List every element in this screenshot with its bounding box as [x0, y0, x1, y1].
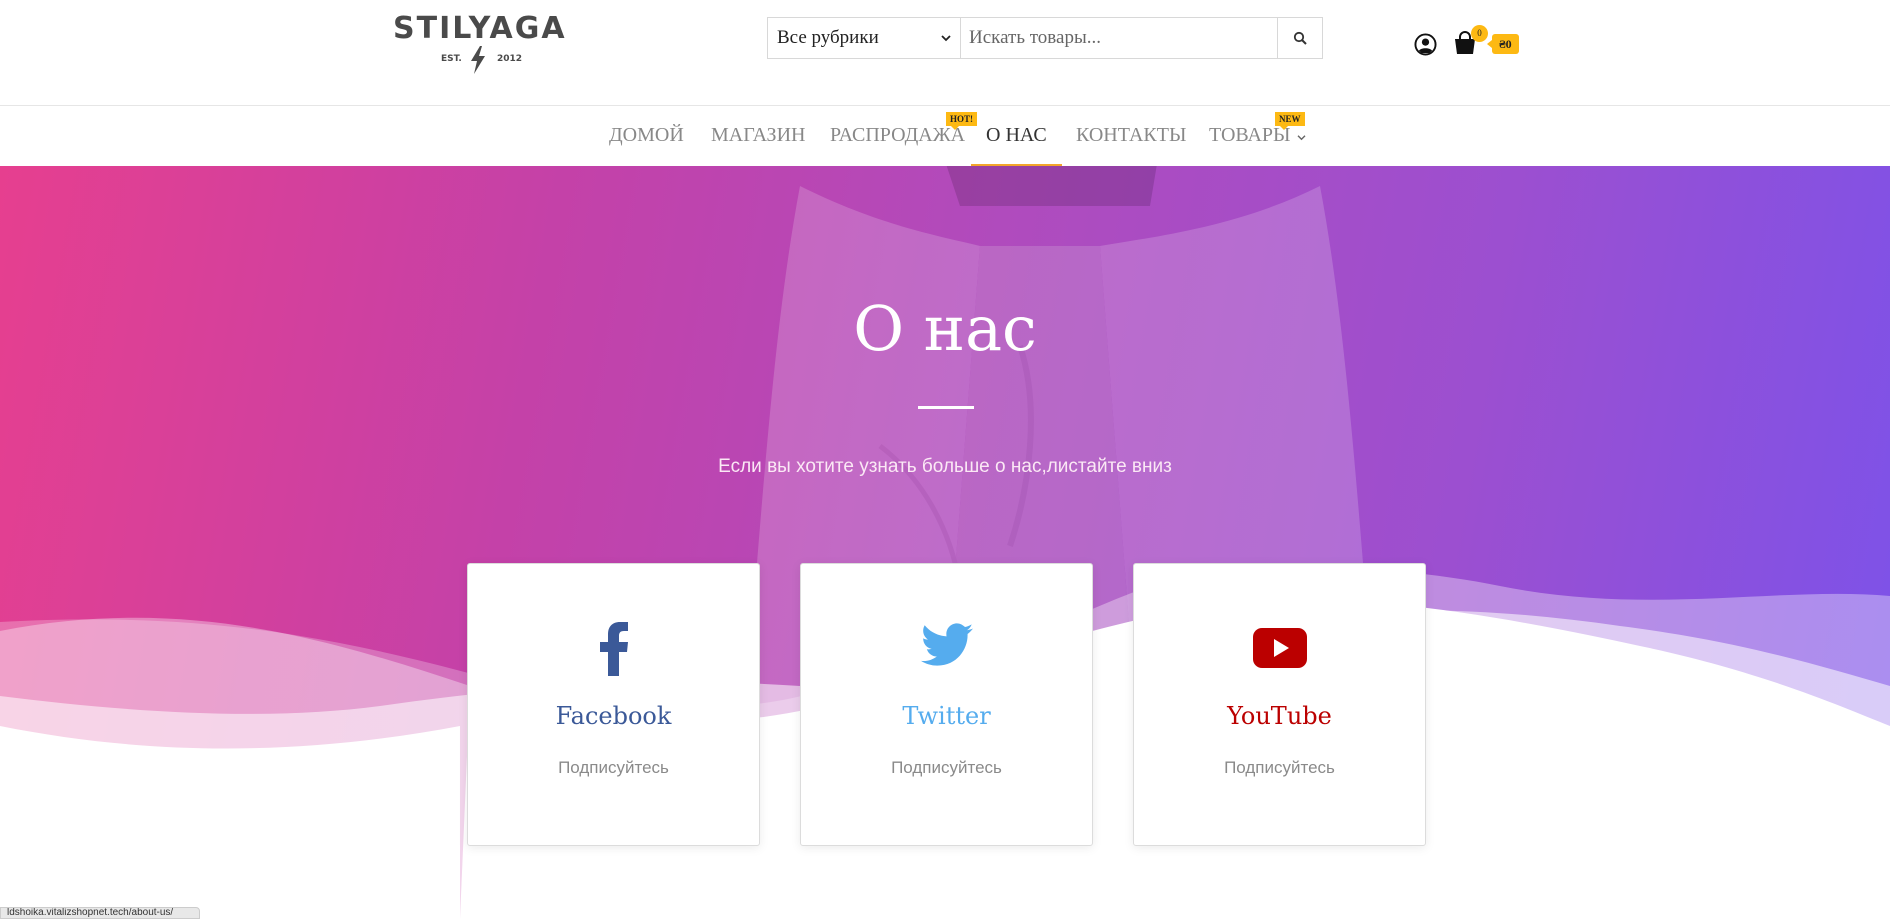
youtube-icon — [1252, 628, 1307, 668]
nav-item-label: ТОВАРЫ — [1209, 124, 1291, 146]
card-icon-wrap — [1134, 622, 1425, 674]
facebook-icon — [599, 622, 628, 676]
youtube-card[interactable]: YouTube Подписуйтесь — [1133, 563, 1426, 846]
cart-total[interactable]: ₴0 — [1487, 34, 1519, 54]
search-icon — [1293, 31, 1307, 45]
new-badge: NEW — [1275, 112, 1305, 130]
card-icon-wrap — [468, 622, 759, 676]
nav-item-contacts[interactable]: КОНТАКТЫ — [1076, 106, 1186, 166]
main-nav: ДОМОЙ МАГАЗИН РАСПРОДАЖА HOT! О НАС КОНТ… — [0, 106, 1890, 166]
page-title: О нас — [853, 292, 1037, 365]
nav-item-label: О НАС — [986, 124, 1047, 146]
user-account-icon[interactable] — [1414, 33, 1437, 56]
chevron-down-icon — [1297, 135, 1306, 141]
cart-count-badge: 0 — [1471, 25, 1488, 42]
card-title: YouTube — [1227, 702, 1332, 730]
hero-section: О нас Если вы хотите узнать больше о нас… — [0, 166, 1890, 919]
page-subtitle: Если вы хотите узнать больше о нас,листа… — [718, 456, 1172, 477]
nav-item-home[interactable]: ДОМОЙ — [609, 106, 684, 166]
card-subtitle: Подписуйтесь — [1224, 758, 1335, 777]
card-subtitle: Подписуйтесь — [558, 758, 669, 777]
logo-subline: EST. 2012 — [393, 46, 563, 74]
card-title: Twitter — [902, 702, 991, 730]
facebook-card[interactable]: Facebook Подписуйтесь — [467, 563, 760, 846]
site-header: STILYAGA EST. 2012 Все рубрики 0 — [0, 0, 1890, 106]
card-title: Facebook — [555, 702, 672, 730]
search-bar: Все рубрики — [767, 17, 1323, 59]
site-logo[interactable]: STILYAGA EST. 2012 — [393, 11, 567, 76]
nav-item-label: МАГАЗИН — [711, 124, 806, 146]
chevron-down-icon — [941, 35, 951, 42]
twitter-card[interactable]: Twitter Подписуйтесь — [800, 563, 1093, 846]
card-icon-wrap — [801, 622, 1092, 674]
lightning-icon — [471, 46, 485, 74]
twitter-icon — [920, 623, 973, 666]
search-input[interactable] — [961, 18, 1277, 58]
logo-year: 2012 — [497, 54, 523, 64]
nav-item-sale[interactable]: РАСПРОДАЖА HOT! — [830, 106, 978, 166]
logo-wordmark: STILYAGA — [393, 11, 567, 46]
nav-item-label: РАСПРОДАЖА — [830, 124, 966, 146]
nav-item-shop[interactable]: МАГАЗИН — [711, 106, 805, 166]
category-select[interactable]: Все рубрики — [768, 18, 961, 58]
title-divider — [918, 406, 974, 409]
category-select-value: Все рубрики — [777, 27, 879, 48]
status-bar-url: ldshoika.vitalizshopnet.tech/about-us/ — [0, 907, 200, 919]
nav-item-about[interactable]: О НАС — [971, 106, 1062, 166]
nav-item-label: КОНТАКТЫ — [1076, 124, 1187, 146]
nav-item-products[interactable]: ТОВАРЫ NEW — [1209, 106, 1306, 166]
logo-est: EST. — [441, 54, 462, 64]
nav-item-label: ДОМОЙ — [609, 124, 684, 146]
card-subtitle: Подписуйтесь — [891, 758, 1002, 777]
search-button[interactable] — [1277, 18, 1322, 58]
